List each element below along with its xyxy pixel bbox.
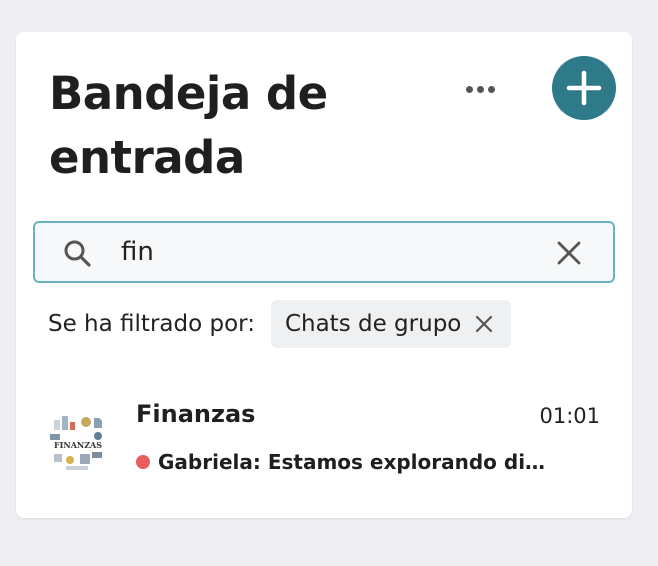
plus-icon bbox=[552, 56, 616, 120]
chat-list-item[interactable]: FINANZAS Finanzas 01:01 Gabriela: Estamo… bbox=[16, 388, 632, 488]
more-icon-dot bbox=[487, 85, 495, 93]
avatar: FINANZAS bbox=[46, 410, 110, 474]
search-icon bbox=[64, 240, 91, 267]
more-icon bbox=[465, 85, 473, 93]
more-icon-dot bbox=[476, 85, 484, 93]
filter-chip-group-chats[interactable]: Chats de grupo bbox=[270, 300, 512, 348]
search-input[interactable] bbox=[121, 233, 521, 271]
chat-name: Finanzas bbox=[136, 400, 256, 428]
page-title: Bandeja de entrada bbox=[49, 67, 328, 184]
finance-collage-icon: FINANZAS bbox=[46, 410, 110, 474]
chat-preview-row: Gabriela: Estamos explorando di… bbox=[136, 450, 566, 474]
search-box[interactable] bbox=[33, 221, 615, 283]
compose-button[interactable] bbox=[552, 56, 616, 120]
filter-label: Se ha filtrado por: bbox=[48, 311, 255, 337]
chat-time: 01:01 bbox=[539, 404, 600, 428]
svg-text:FINANZAS: FINANZAS bbox=[54, 440, 102, 450]
filter-chip-label: Chats de grupo bbox=[284, 311, 462, 337]
inbox-panel: Bandeja de entrada Se ha filtrado por: C… bbox=[16, 32, 632, 518]
more-options-button[interactable] bbox=[456, 74, 504, 104]
chat-preview: Gabriela: Estamos explorando di… bbox=[158, 450, 546, 474]
filter-row: Se ha filtrado por: Chats de grupo bbox=[48, 300, 512, 348]
close-icon[interactable] bbox=[475, 315, 493, 333]
clear-search-button[interactable] bbox=[555, 239, 583, 267]
unread-indicator bbox=[136, 455, 150, 469]
